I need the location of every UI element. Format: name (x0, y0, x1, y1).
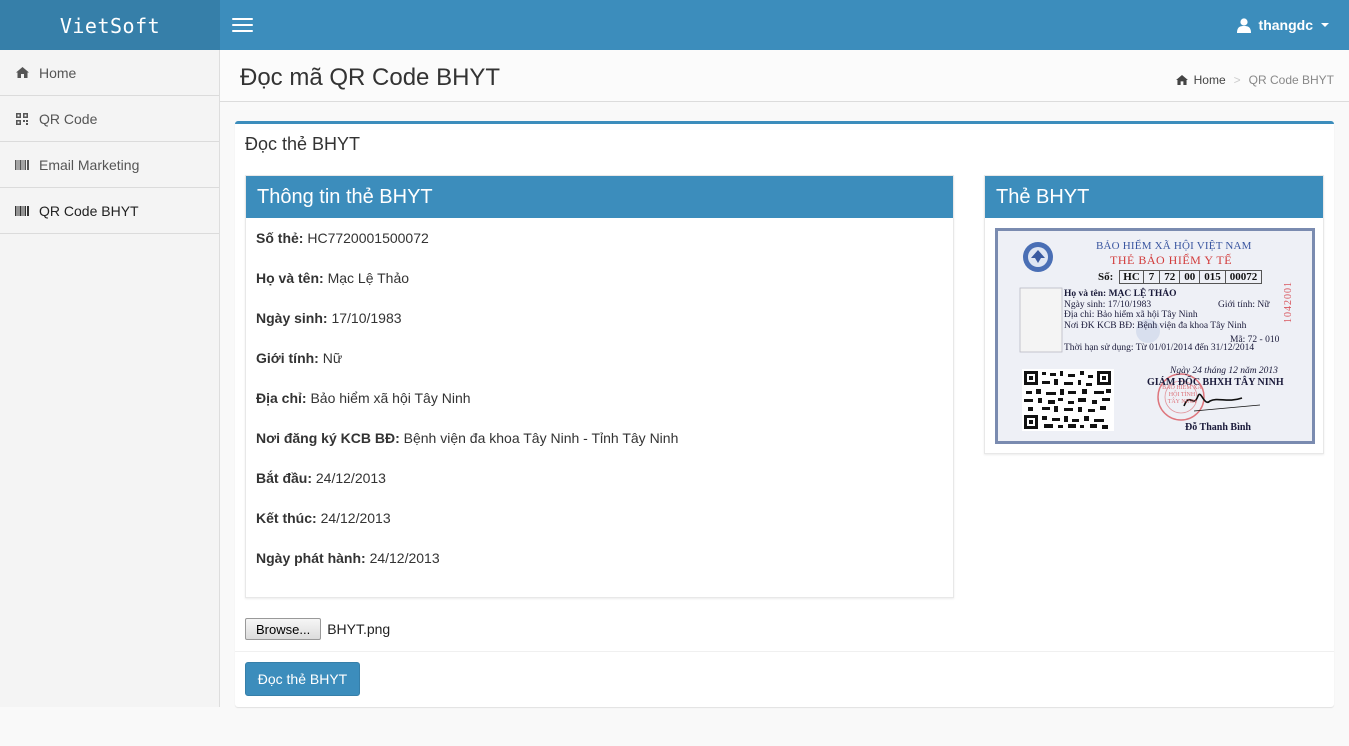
sidebar-item-label: Home (39, 64, 77, 81)
info-label: Địa chỉ: (256, 390, 307, 406)
chevron-down-icon (1321, 23, 1329, 27)
card-info-list: Số thẻ: HC7720001500072 Họ và tên: Mạc L… (246, 218, 953, 588)
box-footer: Đọc thẻ BHYT (235, 651, 1334, 707)
card-info-panel: Thông tin thẻ BHYT Số thẻ: HC77200015000… (245, 175, 954, 598)
info-value: Nữ (322, 350, 343, 366)
card-number-part: 00072 (1225, 270, 1263, 284)
card-serial: 1042001 (1283, 281, 1294, 323)
sidebar: Home QR Code Email Marketing QR Code BHY… (0, 50, 220, 707)
card-signer: Đỗ Thanh Bình (1185, 422, 1251, 433)
info-label: Ngày phát hành: (256, 550, 366, 566)
info-value: HC7720001500072 (307, 230, 429, 246)
info-row-ket-thuc: Kết thúc: 24/12/2013 (256, 508, 953, 548)
info-row-noi-dang-ky: Nơi đăng ký KCB BĐ: Bệnh viện đa khoa Tâ… (256, 428, 953, 468)
card-org: BẢO HIỂM XÃ HỘI VIỆT NAM (1096, 240, 1252, 252)
info-value: Bệnh viện đa khoa Tây Ninh - Tỉnh Tây Ni… (403, 430, 679, 446)
brand-logo[interactable]: VietSoft (0, 0, 220, 50)
info-label: Giới tính: (256, 350, 319, 366)
card-number-part: 7 (1143, 270, 1161, 284)
page-title: Đọc mã QR Code BHYT (240, 64, 501, 91)
info-value: Mạc Lệ Thảo (327, 270, 410, 286)
card-line-address: Địa chỉ: Bảo hiểm xã hội Tây Ninh (1064, 310, 1198, 320)
card-number-part: 72 (1160, 270, 1181, 284)
info-row-ho-ten: Họ và tên: Mạc Lệ Thảo (256, 268, 953, 308)
info-label: Họ và tên: (256, 270, 324, 286)
user-icon (1236, 17, 1251, 33)
breadcrumb-home[interactable]: Home (1175, 73, 1226, 87)
sidebar-item-qr-code-bhyt[interactable]: QR Code BHYT (0, 188, 219, 234)
info-label: Bắt đầu: (256, 470, 312, 486)
card-heading: THẺ BẢO HIỂM Y TẾ (1110, 253, 1233, 267)
sidebar-item-label: QR Code BHYT (39, 202, 139, 219)
info-label: Nơi đăng ký KCB BĐ: (256, 430, 400, 446)
qrcode-icon (15, 112, 29, 125)
card-ma: Mã: 72 - 010 (1230, 335, 1280, 345)
card-number-part: HC (1119, 270, 1144, 284)
user-menu[interactable]: thangdc (1236, 0, 1329, 50)
sidebar-toggle-icon[interactable] (232, 16, 254, 34)
sidebar-item-qr-code[interactable]: QR Code (0, 96, 219, 142)
info-row-so-the: Số thẻ: HC7720001500072 (256, 228, 953, 268)
info-row-ngay-sinh: Ngày sinh: 17/10/1983 (256, 308, 953, 348)
card-number-part: 015 (1200, 270, 1226, 284)
sidebar-item-label: Email Marketing (39, 156, 140, 173)
info-row-gioi-tinh: Giới tính: Nữ (256, 348, 953, 388)
top-navbar: thangdc (220, 0, 1349, 50)
breadcrumb-current: QR Code BHYT (1248, 73, 1334, 87)
username: thangdc (1258, 17, 1313, 33)
info-value: 24/12/2013 (320, 510, 391, 526)
breadcrumb: Home > QR Code BHYT (1175, 73, 1334, 87)
info-row-ngay-phat-hanh: Ngày phát hành: 24/12/2013 (256, 548, 953, 588)
home-icon (1175, 75, 1188, 85)
file-upload: Browse... BHYT.png (245, 618, 390, 640)
box-title: Đọc thẻ BHYT (245, 134, 361, 154)
card-image-panel-title: Thẻ BHYT (985, 176, 1323, 218)
info-value: Bảo hiểm xã hội Tây Ninh (310, 390, 471, 406)
info-label: Số thẻ: (256, 230, 304, 246)
info-label: Ngày sinh: (256, 310, 328, 326)
browse-button[interactable]: Browse... (245, 618, 322, 640)
info-row-bat-dau: Bắt đầu: 24/12/2013 (256, 468, 953, 508)
card-image-panel: Thẻ BHYT BẢO HIỂM XÃ HỘI VIỆT NAM THẺ BẢ… (984, 175, 1324, 454)
info-value: 17/10/1983 (331, 310, 402, 326)
selected-file-name: BHYT.png (327, 621, 391, 637)
info-value: 24/12/2013 (315, 470, 386, 486)
card-line-hospital: Nơi ĐK KCB BĐ: Bệnh viện đa khoa Tây Nin… (1064, 320, 1247, 331)
breadcrumb-home-label: Home (1193, 73, 1226, 87)
info-label: Kết thúc: (256, 510, 317, 526)
home-icon (15, 67, 29, 78)
sidebar-item-email-marketing[interactable]: Email Marketing (0, 142, 219, 188)
sidebar-item-home[interactable]: Home (0, 50, 219, 96)
card-info-panel-title: Thông tin thẻ BHYT (246, 176, 953, 218)
content-header: Đọc mã QR Code BHYT Home > QR Code BHYT (220, 50, 1349, 102)
card-number-label: Số: (1098, 271, 1114, 283)
card-date-signed: Ngày 24 tháng 12 năm 2013 (1170, 366, 1278, 376)
read-card-button[interactable]: Đọc thẻ BHYT (245, 662, 360, 696)
card-gender: Giới tính: Nữ (1218, 300, 1270, 310)
card-number: Số: HC 7 72 00 015 00072 (1098, 270, 1263, 284)
insurance-card-image: BẢO HIỂM XÃ HỘI VIỆT NAM THẺ BẢO HIỂM Y … (995, 228, 1315, 444)
barcode-icon (15, 159, 29, 170)
read-card-box: Đọc thẻ BHYT Thông tin thẻ BHYT Số thẻ: … (235, 121, 1334, 707)
card-details: Họ và tên: MẠC LỆ THẢO Ngày sinh: 17/10/… (1064, 289, 1254, 354)
card-number-part: 00 (1180, 270, 1201, 284)
barcode-icon (15, 205, 29, 216)
sidebar-item-label: QR Code (39, 110, 98, 127)
info-value: 24/12/2013 (369, 550, 440, 566)
info-row-dia-chi: Địa chỉ: Bảo hiểm xã hội Tây Ninh (256, 388, 953, 428)
card-line-validity: Thời hạn sử dụng: Từ 01/01/2014 đến 31/1… (1064, 343, 1255, 353)
card-stamp-text: BẢO HIỂM XÃ HỘI TỈNH TÂY NINH (1162, 385, 1202, 405)
card-line-name: Họ và tên: MẠC LỆ THẢO (1064, 289, 1177, 299)
breadcrumb-separator: > (1233, 73, 1241, 87)
